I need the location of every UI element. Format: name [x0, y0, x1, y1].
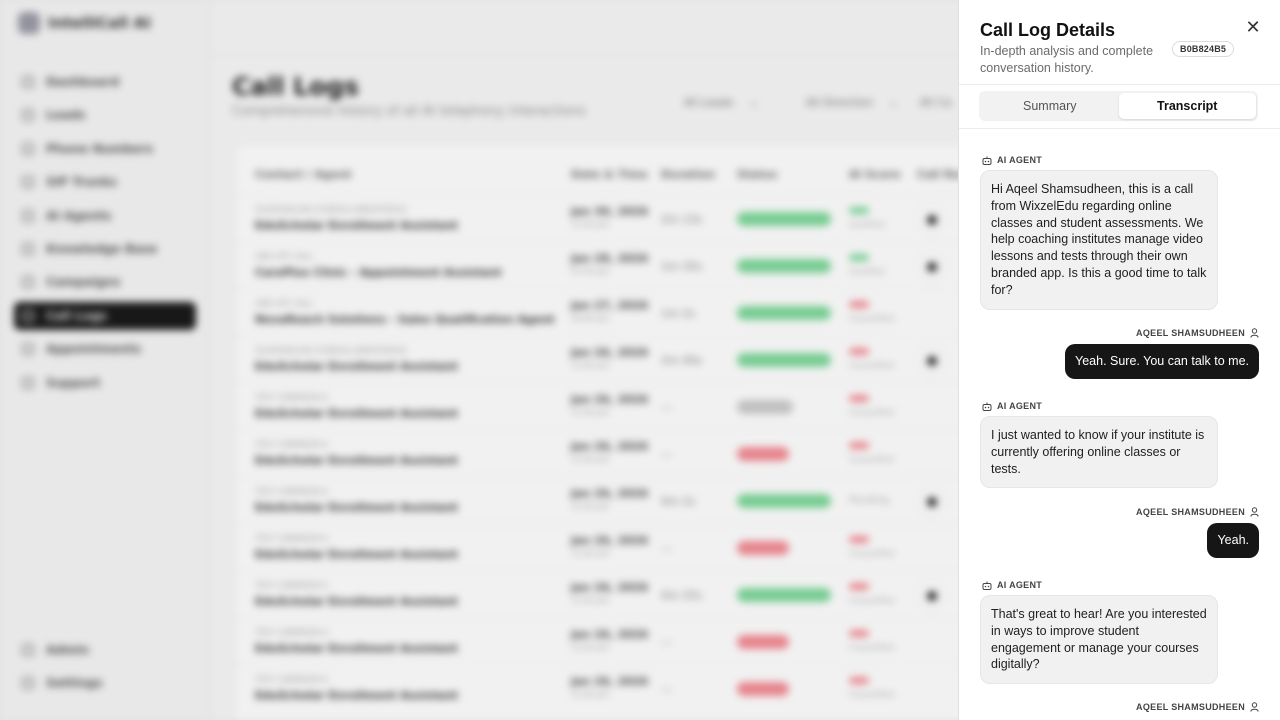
robot-icon: [982, 402, 992, 411]
call-id-badge: B0B824B5: [1172, 41, 1235, 57]
speaker-label: AI AGENT: [982, 401, 1042, 411]
speaker-label: AI AGENT: [982, 580, 1042, 590]
divider: [959, 128, 1280, 129]
close-icon[interactable]: ✕: [1243, 17, 1263, 37]
user-icon: [1250, 328, 1259, 338]
modal-backdrop[interactable]: [0, 0, 958, 720]
user-message-bubble: Yeah. Sure. You can talk to me.: [1065, 344, 1259, 379]
drawer-tabs: Summary Transcript: [979, 91, 1258, 121]
agent-message-bubble: That's great to hear! Are you interested…: [980, 595, 1218, 685]
robot-icon: [982, 156, 992, 165]
call-log-details-drawer: Call Log Details ✕ In-depth analysis and…: [958, 0, 1280, 720]
user-icon: [1250, 702, 1259, 712]
speaker-label: AQEEL SHAMSUDHEEN: [1136, 702, 1259, 712]
agent-message-bubble: Hi Aqeel Shamsudheen, this is a call fro…: [980, 170, 1218, 310]
robot-icon: [982, 581, 992, 590]
speaker-label: AQEEL SHAMSUDHEEN: [1136, 507, 1259, 517]
drawer-title: Call Log Details: [980, 20, 1116, 40]
drawer-subtitle: In-depth analysis and complete conversat…: [980, 44, 1154, 75]
tab-summary[interactable]: Summary: [981, 93, 1119, 119]
speaker-label: AQEEL SHAMSUDHEEN: [1136, 328, 1259, 338]
divider: [959, 84, 1280, 85]
user-icon: [1250, 507, 1259, 517]
user-message-bubble: Yeah.: [1207, 523, 1259, 558]
speaker-label: AI AGENT: [982, 155, 1042, 165]
tab-transcript[interactable]: Transcript: [1118, 93, 1256, 119]
agent-message-bubble: I just wanted to know if your institute …: [980, 416, 1218, 489]
